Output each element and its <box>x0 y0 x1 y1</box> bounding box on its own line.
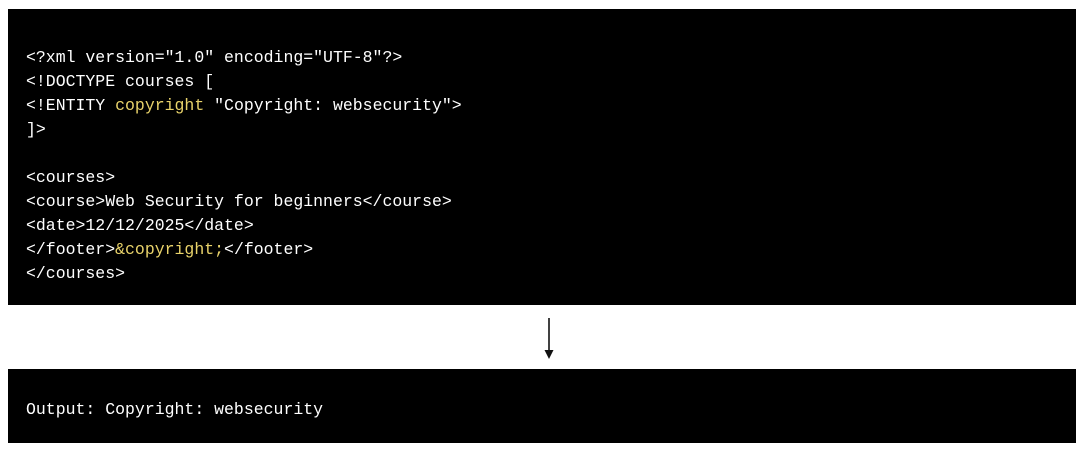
footer-close-tag: </footer> <box>224 240 314 259</box>
code-line-date: <date>12/12/2025</date> <box>26 216 254 235</box>
code-line-courses-close: </courses> <box>26 264 126 283</box>
code-line-courses-open: <courses> <box>26 168 116 187</box>
code-line-entity: <!ENTITY copyright "Copyright: websecuri… <box>26 94 1076 118</box>
down-arrow-icon <box>544 318 554 359</box>
footer-open-tag: </footer> <box>26 240 116 259</box>
code-line-xml-declaration: <?xml version="1.0" encoding="UTF-8"?> <box>26 48 403 67</box>
code-line-course: <course>Web Security for beginners</cour… <box>26 192 452 211</box>
output-text: Output: Copyright: websecurity <box>26 400 324 419</box>
code-line-doctype: <!DOCTYPE courses [ <box>26 72 215 91</box>
code-line-doctype-close: ]> <box>26 120 46 139</box>
entity-keyword: <!ENTITY <box>26 96 116 115</box>
entity-name: copyright <box>115 96 205 115</box>
code-line-footer: </footer>&copyright;</footer> <box>26 238 1076 262</box>
entity-reference: &copyright; <box>115 240 225 259</box>
entity-value: "Copyright: websecurity"> <box>204 96 462 115</box>
output-panel: Output: Copyright: websecurity <box>8 369 1076 443</box>
xml-code-panel: <?xml version="1.0" encoding="UTF-8"?> <… <box>8 9 1076 305</box>
